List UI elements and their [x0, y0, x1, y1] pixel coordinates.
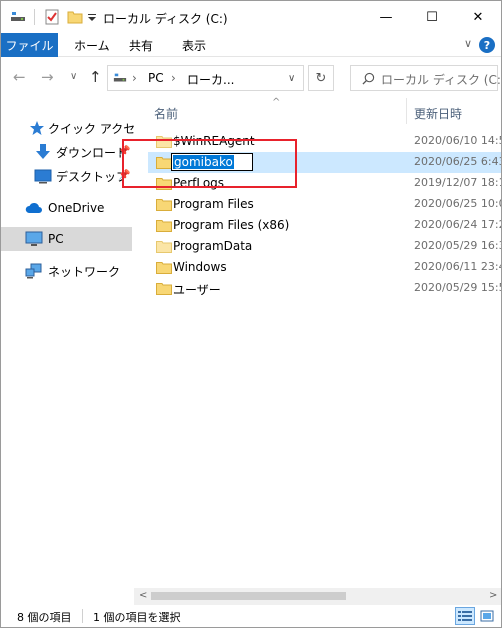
file-date: 2019/12/07 18:14 — [414, 176, 501, 189]
file-date: 2020/06/25 10:01 — [414, 197, 501, 210]
minimize-button[interactable]: — — [363, 1, 409, 33]
column-divider[interactable] — [406, 98, 407, 124]
up-icon[interactable]: ↑ — [89, 68, 102, 86]
column-header-modified[interactable]: 更新日時 — [414, 105, 462, 122]
nav-item-downloads[interactable]: ダウンロード 📌 — [1, 140, 132, 164]
nav-item-pc[interactable]: PC — [1, 227, 132, 251]
drive-icon[interactable] — [10, 9, 26, 25]
file-date: 2020/06/24 17:28 — [414, 218, 501, 231]
customize-toolbar-icon[interactable] — [87, 9, 97, 25]
maximize-button[interactable]: ☐ — [409, 1, 455, 33]
star-icon — [30, 121, 44, 135]
breadcrumb-separator[interactable]: › — [132, 71, 137, 85]
download-icon — [36, 144, 50, 159]
table-row[interactable]: Program Files (x86) 2020/06/24 17:28 — [148, 215, 501, 236]
nav-item-network[interactable]: ネットワーク — [1, 259, 132, 283]
properties-icon[interactable] — [44, 9, 60, 25]
folder-icon — [156, 283, 172, 295]
file-name: Program Files — [173, 197, 254, 211]
search-icon — [362, 72, 375, 85]
table-row[interactable]: Program Files 2020/06/25 10:01 — [148, 194, 501, 215]
navigation-pane: クイック アクセス ダウンロード 📌 デスクトップ 📌 OneDrive PC … — [1, 98, 147, 588]
status-divider — [82, 609, 83, 623]
nav-item-label: PC — [48, 232, 64, 246]
nav-item-onedrive[interactable]: OneDrive — [1, 196, 132, 220]
table-row[interactable]: Windows 2020/06/11 23:48 — [148, 257, 501, 278]
details-view-icon — [458, 611, 472, 621]
file-name: Program Files (x86) — [173, 218, 290, 232]
search-placeholder: ローカル ディスク (C:)... — [381, 73, 501, 87]
window-title: ローカル ディスク (C:) — [103, 12, 228, 26]
sort-ascending-icon: ^ — [272, 97, 281, 108]
folder-icon — [156, 262, 172, 274]
ribbon-expand-icon[interactable]: ∨ — [464, 37, 472, 50]
navigation-bar: ← → ∨ ↑ › PC › ローカ... ∨ ↻ ローカル ディスク (C:)… — [1, 58, 501, 98]
address-bar[interactable]: › PC › ローカ... ∨ — [107, 65, 304, 91]
file-date: 2020/05/29 16:32 — [414, 239, 501, 252]
tab-share[interactable]: 共有 — [129, 33, 153, 57]
folder-icon — [156, 241, 172, 253]
breadcrumb-separator[interactable]: › — [171, 71, 176, 85]
ribbon-tabs: ファイル ホーム 共有 表示 ∨ ? — [1, 33, 501, 57]
network-icon — [25, 263, 42, 279]
details-view-button[interactable] — [455, 607, 475, 625]
file-date: 2020/05/29 15:50 — [414, 281, 501, 294]
nav-item-desktop[interactable]: デスクトップ 📌 — [1, 164, 132, 188]
search-input[interactable]: ローカル ディスク (C:)... — [350, 65, 501, 91]
nav-item-label: クイック アクセス — [48, 121, 148, 136]
large-icons-view-icon — [480, 610, 494, 622]
file-name: ユーザー — [173, 283, 221, 297]
highlight-annotation — [122, 139, 297, 188]
divider — [34, 9, 35, 25]
new-folder-icon[interactable] — [67, 9, 83, 25]
file-name: ProgramData — [173, 239, 253, 253]
table-row[interactable]: ProgramData 2020/05/29 16:32 — [148, 236, 501, 257]
forward-icon[interactable]: → — [41, 68, 54, 86]
status-bar: 8 個の項目 1 個の項目を選択 — [1, 605, 501, 627]
item-count: 8 個の項目 — [17, 611, 72, 624]
large-icons-view-button[interactable] — [477, 607, 497, 625]
cloud-icon — [25, 202, 42, 213]
file-name: Windows — [173, 260, 227, 274]
table-row[interactable]: ユーザー 2020/05/29 15:50 — [148, 278, 501, 299]
selected-count: 1 個の項目を選択 — [93, 611, 181, 624]
pc-icon — [25, 231, 43, 246]
back-icon[interactable]: ← — [13, 68, 26, 86]
close-button[interactable]: ✕ — [455, 1, 501, 33]
file-date: 2020/06/10 14:55 — [414, 134, 501, 147]
nav-item-label: OneDrive — [48, 201, 105, 215]
tab-file[interactable]: ファイル — [1, 33, 58, 57]
nav-item-quick-access[interactable]: クイック アクセス — [1, 116, 147, 140]
tab-view[interactable]: 表示 — [182, 33, 206, 57]
explorer-window: ローカル ディスク (C:) — ☐ ✕ ファイル ホーム 共有 表示 ∨ ? … — [0, 0, 502, 628]
recent-locations-icon[interactable]: ∨ — [70, 71, 77, 82]
folder-icon — [156, 199, 172, 211]
column-header-row: ^ 名前 更新日時 — [134, 97, 501, 124]
drive-icon — [113, 73, 127, 82]
breadcrumb-pc[interactable]: PC — [148, 71, 164, 85]
help-icon[interactable]: ? — [479, 37, 495, 53]
tab-home[interactable]: ホーム — [74, 33, 110, 57]
desktop-icon — [34, 169, 52, 184]
nav-item-label: ネットワーク — [48, 264, 121, 279]
folder-icon — [156, 220, 172, 232]
refresh-button[interactable]: ↻ — [308, 65, 334, 91]
horizontal-scrollbar[interactable]: < > — [134, 588, 501, 605]
address-dropdown-icon[interactable]: ∨ — [288, 73, 295, 84]
scroll-left-icon[interactable]: < — [139, 590, 147, 601]
file-date: 2020/06/11 23:48 — [414, 260, 501, 273]
title-bar: ローカル ディスク (C:) — ☐ ✕ — [1, 1, 501, 33]
scroll-right-icon[interactable]: > — [489, 590, 497, 601]
scrollbar-thumb[interactable] — [151, 592, 346, 600]
breadcrumb-local-disk[interactable]: ローカ... — [187, 71, 234, 88]
file-date: 2020/06/25 6:43 — [414, 155, 502, 168]
column-header-name[interactable]: 名前 — [154, 105, 178, 122]
